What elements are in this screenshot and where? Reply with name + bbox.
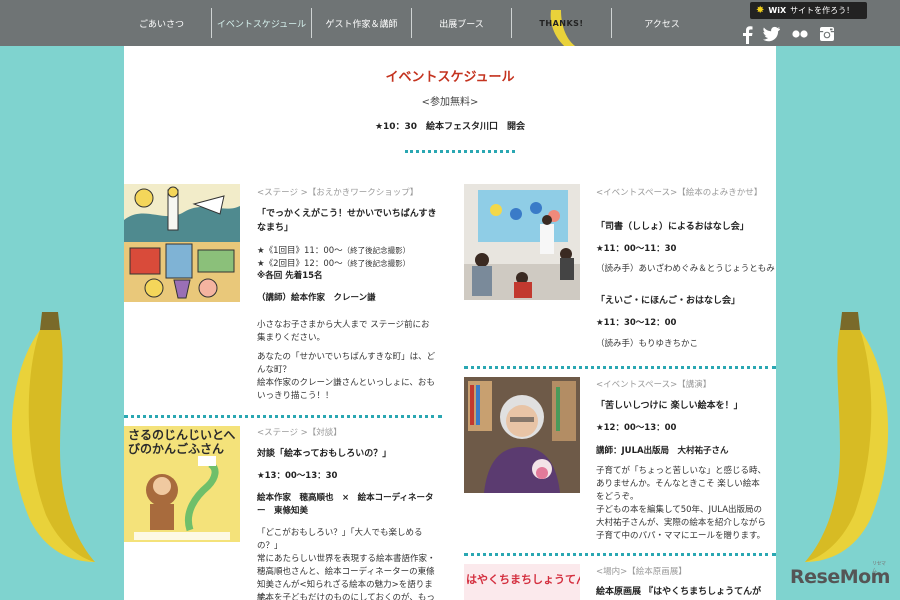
instagram-icon[interactable] bbox=[819, 26, 835, 42]
exhibit-category: <場内>【絵本原画展】 bbox=[596, 567, 687, 577]
talk-title: 対談「絵本っておもしろいの？」 bbox=[257, 449, 392, 459]
lecture-category: <イベントスペース>【講演】 bbox=[596, 380, 712, 390]
workshop-desc-3: 絵本作家のクレーン謙さんといっしょに、おもいっきり描こう！！ bbox=[257, 378, 435, 401]
nav-access[interactable]: アクセス bbox=[612, 8, 712, 38]
title-divider bbox=[405, 150, 515, 153]
storytime-readers-2: （読み手）もりゆきちかこ bbox=[596, 339, 699, 349]
workshop-time-1-value: ★《1回目》11：00～ bbox=[257, 246, 343, 256]
nav-event-schedule[interactable]: イベントスケジュール bbox=[212, 8, 312, 38]
section-divider-left bbox=[124, 415, 442, 418]
storytime-readers-1: （読み手）あいざわめぐみ＆とうじょうともみ bbox=[596, 264, 775, 274]
talk-time: ★13：00～13：30 bbox=[257, 471, 338, 481]
talk-category: <ステージ >【対談】 bbox=[257, 428, 342, 438]
resemom-watermark: ReseMom リセマム bbox=[790, 561, 890, 588]
talk-speakers: 絵本作家 穂高順也 × 絵本コーディネーター 東條知美 bbox=[257, 493, 434, 516]
workshop-capacity: ※各回 先着15名 bbox=[257, 271, 323, 281]
workshop-title: 「でっかくえがこう！せかいでいちばんすきなまち」 bbox=[257, 209, 437, 233]
wix-star-icon: ✸ bbox=[756, 5, 765, 16]
storytime-time-1: ★11：00～11：30 bbox=[596, 244, 677, 254]
workshop-time-1-note: （終了後記念撮影） bbox=[342, 246, 411, 255]
storytime-category: <イベントスペース>【絵本のよみきかせ】 bbox=[596, 188, 763, 198]
talk-desc-3: 絵本を子どもだけのものにしておくのが、もった bbox=[257, 593, 435, 600]
lecture-thumbnail[interactable] bbox=[464, 377, 580, 493]
workshop-desc-1: 小さなお子さまから大人まで ステージ前にお集まりください。 bbox=[257, 320, 430, 343]
main-nav: ごあいさつ イベントスケジュール ゲスト作家＆講師 出展ブース THANKS! … bbox=[112, 8, 712, 38]
exhibit-book-thumbnail[interactable]: はやくちまちしょうてんがい bbox=[464, 564, 580, 600]
resemom-logo-small: リセマム bbox=[872, 561, 886, 574]
storytime-thumbnail[interactable] bbox=[464, 184, 580, 300]
nav-greeting[interactable]: ごあいさつ bbox=[112, 8, 212, 38]
wix-badge-label: サイトを作ろう！ bbox=[790, 6, 855, 15]
social-links bbox=[741, 26, 835, 44]
workshop-category: <ステージ >【おえかきワークショップ】 bbox=[257, 188, 419, 198]
workshop-time-2-value: ★《2回目》12：00～ bbox=[257, 259, 343, 269]
facebook-icon[interactable] bbox=[741, 26, 753, 44]
workshop-thumbnail[interactable] bbox=[124, 184, 240, 302]
storytime-title-1: 「司書（ししょ）によるおはなし会」 bbox=[596, 222, 749, 232]
talk-book-title: さるのじんじいとへびのかんごふさん bbox=[128, 428, 236, 456]
nav-exhibit-booths[interactable]: 出展ブース bbox=[412, 8, 512, 38]
wix-create-site-button[interactable]: ✸ WiX サイトを作ろう！ bbox=[750, 2, 867, 19]
wix-brand: WiX bbox=[768, 6, 787, 15]
twitter-icon[interactable] bbox=[763, 26, 781, 42]
talk-desc-1: 「どこがおもしろい？」「大人でも楽しめるの？」 bbox=[257, 528, 423, 551]
lecture-desc-1: 子育てが「ちょっと苦しいな」と感じる時、ありませんか。そんなときこそ 楽しい絵本… bbox=[596, 466, 767, 502]
content-panel: イベントスケジュール <参加無料> ★10：30 絵本フェスタ川口 開会 <ステ… bbox=[124, 46, 776, 600]
storytime-title-2: 「えいご・にほんご・おはなし会」 bbox=[596, 296, 741, 306]
workshop-lecturer: （講師）絵本作家 クレーン謙 bbox=[257, 293, 376, 303]
section-divider-right bbox=[464, 366, 776, 369]
page-title: イベントスケジュール bbox=[385, 70, 515, 85]
page-subtitle: <参加無料> bbox=[421, 97, 479, 108]
lecture-lecturer: 講師：JULA出版局 大村祐子さん bbox=[596, 446, 729, 456]
opening-time: ★10：30 絵本フェスタ川口 開会 bbox=[374, 122, 526, 132]
banana-right-illustration bbox=[805, 312, 889, 562]
nav-thanks[interactable]: THANKS! bbox=[512, 8, 612, 38]
storytime-time-2: ★11：30～12：00 bbox=[596, 318, 677, 328]
workshop-time-2: ★《2回目》12：00～（終了後記念撮影） bbox=[257, 257, 447, 271]
workshop-desc-2: あなたの「せかいでいちばんすきな町」は、どんな町？ bbox=[257, 352, 436, 375]
workshop-time-1: ★《1回目》11：00～（終了後記念撮影） bbox=[257, 244, 447, 258]
exhibit-title: 絵本原画展 『はやくちまちしょうてんが bbox=[596, 587, 762, 597]
top-navigation-bar: ごあいさつ イベントスケジュール ゲスト作家＆講師 出展ブース THANKS! … bbox=[0, 0, 900, 50]
exhibit-book-cover-text: はやくちまちしょうてんがい bbox=[466, 574, 580, 586]
banana-left-illustration bbox=[11, 312, 96, 562]
nav-guests[interactable]: ゲスト作家＆講師 bbox=[312, 8, 412, 38]
lecture-title: 「苦しいしつけに 楽しい絵本を！」 bbox=[596, 401, 743, 411]
flickr-icon[interactable] bbox=[791, 26, 809, 42]
lecture-desc-2: 子どもの本を編集して50年、JULA出版局の大村祐子さんが、実際の絵本を紹介しな… bbox=[596, 505, 766, 541]
talk-book-thumbnail[interactable]: さるのじんじいとへびのかんごふさん bbox=[124, 426, 240, 542]
workshop-time-2-note: （終了後記念撮影） bbox=[342, 259, 411, 268]
section-divider-right-2 bbox=[464, 553, 776, 556]
lecture-time: ★12：00～13：00 bbox=[596, 423, 677, 433]
